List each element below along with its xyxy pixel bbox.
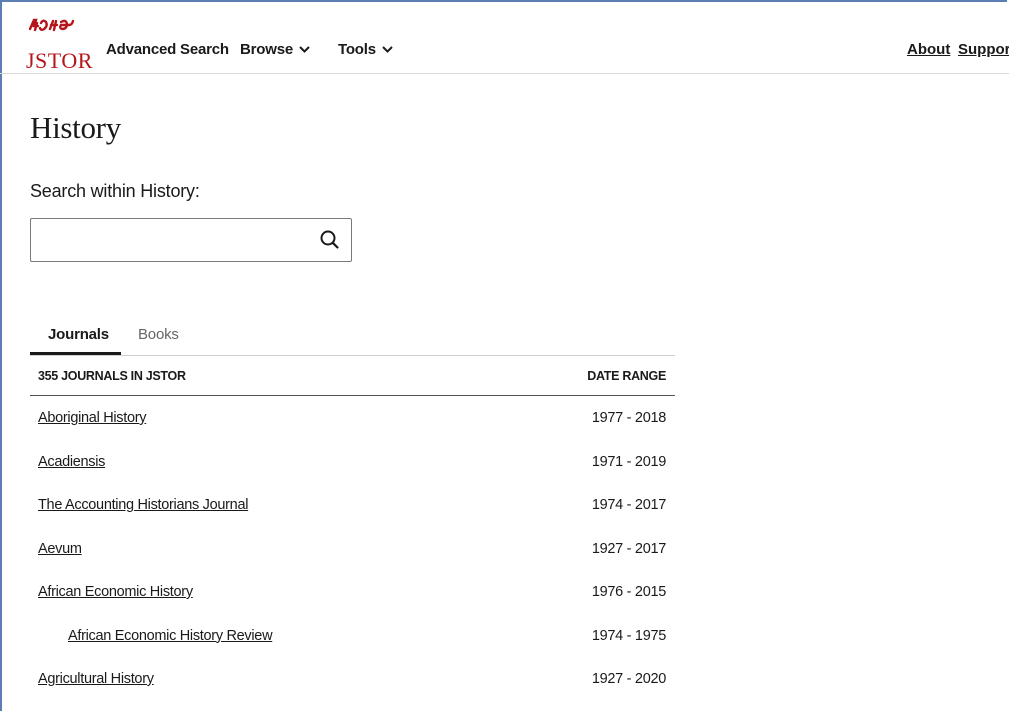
date-range: 1971 - 2019	[591, 453, 666, 470]
table-row: The Accounting Historians Journal 1974 -…	[30, 483, 675, 527]
search-label: Search within History:	[30, 181, 200, 201]
date-range: 1974 - 2017	[591, 497, 666, 513]
journals-table: 355 JOURNALS IN JSTOR DATE RANGE Aborigi…	[30, 356, 675, 701]
nav-advanced-search[interactable]: Advanced Search	[106, 41, 229, 59]
nav-browse-label: Browse	[240, 41, 293, 58]
date-range: 1927 - 2020	[591, 671, 666, 687]
table-row: Aboriginal History 1977 - 2018	[30, 396, 675, 440]
chevron-down-icon	[382, 46, 393, 53]
table-row: African Economic History 1976 - 2015	[30, 570, 675, 614]
table-row: Acadiensis 1971 - 2019	[30, 440, 675, 484]
date-range-header: DATE RANGE	[587, 369, 666, 383]
search-box	[30, 218, 352, 262]
nav-tools[interactable]: Tools	[338, 41, 393, 59]
table-row: African Economic History Review 1974 - 1…	[30, 614, 675, 658]
journal-count-header: 355 JOURNALS IN JSTOR	[38, 369, 186, 383]
tab-journals[interactable]: Journals	[48, 326, 109, 344]
top-header: JSTOR Advanced Search Browse Tools About…	[0, 0, 1009, 74]
support-link[interactable]: Suppor	[958, 41, 1009, 59]
date-range: 1976 - 2015	[591, 584, 666, 600]
date-range: 1927 - 2017	[591, 540, 666, 557]
search-input[interactable]	[39, 225, 313, 257]
active-tab-indicator	[30, 352, 121, 355]
tab-books[interactable]: Books	[138, 326, 179, 344]
journal-link[interactable]: The Accounting Historians Journal	[38, 497, 248, 513]
page-title: History	[30, 110, 121, 145]
nav-advanced-search-label: Advanced Search	[106, 41, 229, 58]
table-row: Agricultural History 1927 - 2020	[30, 657, 675, 701]
logo-wordmark: JSTOR	[26, 48, 93, 73]
journal-link[interactable]: African Economic History	[38, 584, 193, 600]
table-header: 355 JOURNALS IN JSTOR DATE RANGE	[30, 356, 675, 396]
date-range: 1974 - 1975	[591, 627, 666, 644]
jstor-logo[interactable]: JSTOR	[26, 2, 92, 72]
journal-link[interactable]: Aboriginal History	[38, 410, 147, 426]
table-row: Aevum 1927 - 2017	[30, 527, 675, 571]
search-icon[interactable]	[317, 227, 343, 253]
nav-browse[interactable]: Browse	[240, 41, 310, 59]
nav-tools-label: Tools	[338, 41, 376, 58]
content-tabs: Journals Books	[30, 318, 675, 356]
about-link[interactable]: About	[907, 41, 950, 59]
journal-link[interactable]: African Economic History Review	[68, 628, 273, 644]
journal-link[interactable]: Acadiensis	[38, 454, 105, 470]
journal-link[interactable]: Aevum	[38, 541, 82, 557]
chevron-down-icon	[299, 46, 310, 53]
jstor-logo-mark-icon	[29, 18, 75, 32]
date-range: 1977 - 2018	[591, 410, 666, 426]
journal-link[interactable]: Agricultural History	[38, 671, 154, 687]
